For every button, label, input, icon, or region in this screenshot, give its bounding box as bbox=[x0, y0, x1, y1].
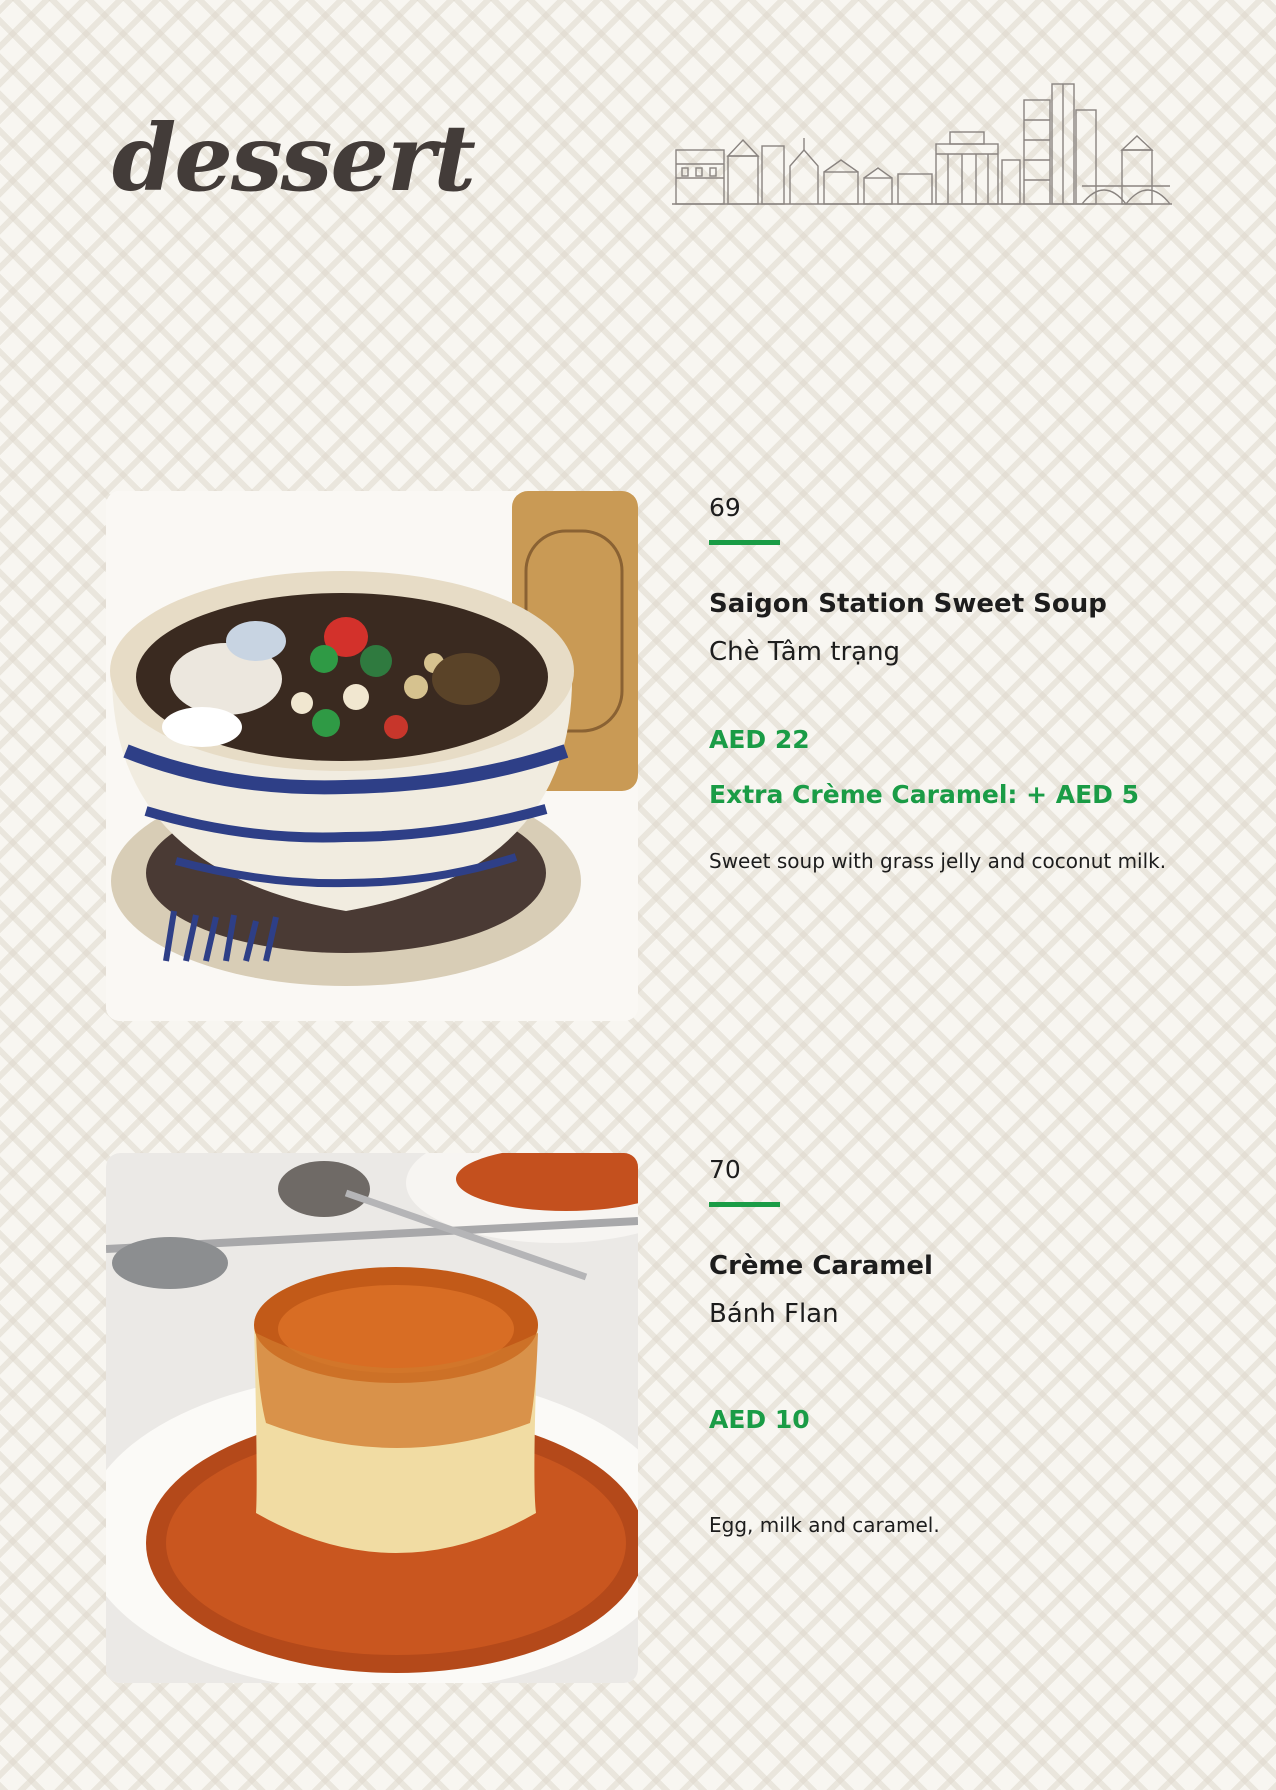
sweet-soup-photo bbox=[106, 491, 638, 1021]
creme-caramel-image bbox=[106, 1153, 638, 1683]
item-name: Crème Caramel bbox=[709, 1251, 933, 1281]
sweet-soup-bowl-image bbox=[106, 491, 638, 1021]
page-title: dessert bbox=[112, 104, 476, 212]
accent-divider bbox=[709, 1202, 780, 1207]
accent-divider bbox=[709, 540, 780, 545]
item-description: Sweet soup with grass jelly and coconut … bbox=[709, 849, 1167, 873]
item-number: 69 bbox=[709, 493, 741, 522]
item-price: AED 22 bbox=[709, 725, 810, 754]
item-name: Saigon Station Sweet Soup bbox=[709, 589, 1107, 619]
item-number: 70 bbox=[709, 1155, 741, 1184]
menu-item-69: 69 Saigon Station Sweet Soup Chè Tâm trạ… bbox=[709, 495, 1229, 871]
item-vietnamese-name: Chè Tâm trạng bbox=[709, 637, 901, 667]
city-skyline-icon bbox=[672, 83, 1172, 206]
menu-item-70: 70 Crème Caramel Bánh Flan AED 10 Egg, m… bbox=[709, 1157, 1229, 1535]
creme-caramel-photo bbox=[106, 1153, 638, 1683]
item-description: Egg, milk and caramel. bbox=[709, 1513, 940, 1537]
item-extra-option: Extra Crème Caramel: + AED 5 bbox=[709, 780, 1140, 809]
item-vietnamese-name: Bánh Flan bbox=[709, 1299, 839, 1329]
item-price: AED 10 bbox=[709, 1405, 810, 1434]
